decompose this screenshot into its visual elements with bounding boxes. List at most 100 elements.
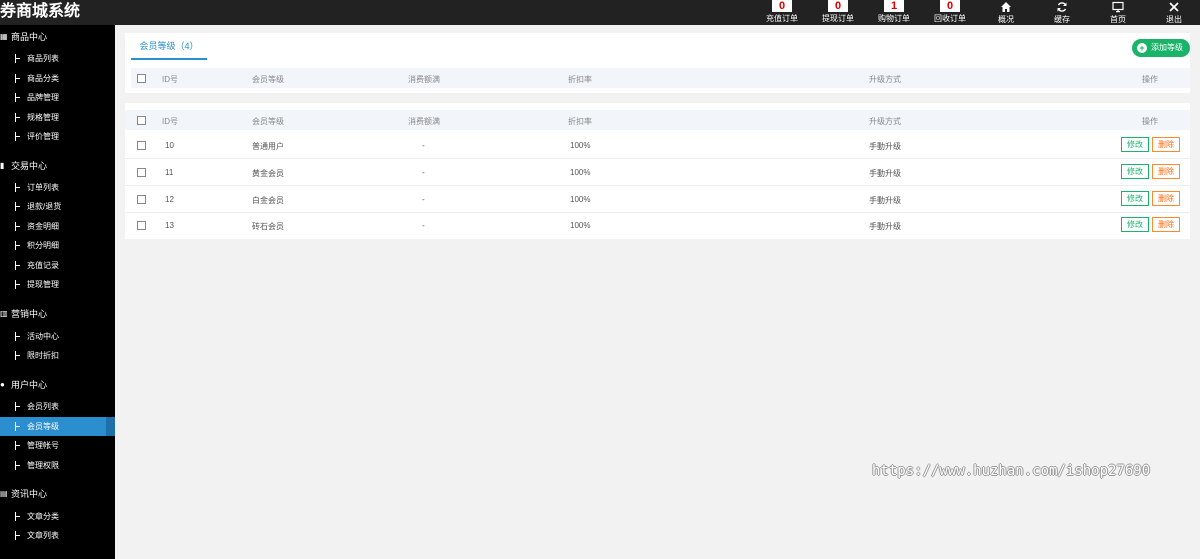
- row-checkbox[interactable]: [137, 168, 146, 177]
- sidebar-item-withdraw[interactable]: 提现管理: [0, 275, 115, 294]
- table-row: 10 普通用户 - 100% 手動升级 修改 删除: [125, 132, 1190, 159]
- sidebar-item-points-detail[interactable]: 积分明细: [0, 236, 115, 255]
- cache-button[interactable]: 缓存: [1034, 0, 1090, 25]
- sidebar-item-goods-list[interactable]: 商品列表: [0, 49, 115, 68]
- cell-spend: -: [422, 141, 425, 150]
- delete-button[interactable]: 删除: [1152, 191, 1180, 206]
- app-brand: 券商城系统: [0, 3, 81, 20]
- row-checkbox[interactable]: [137, 195, 146, 204]
- cell-spend: -: [422, 221, 425, 230]
- sidebar-item-label: 提现管理: [27, 280, 59, 289]
- overview-button[interactable]: 概况: [978, 0, 1034, 25]
- edit-button[interactable]: 修改: [1121, 217, 1149, 232]
- table-row: 11 黄金会员 - 100% 手動升级 修改 删除: [125, 159, 1190, 186]
- sidebar-item-label: 订单列表: [27, 183, 59, 192]
- sidebar-item-label: 评价管理: [27, 132, 59, 141]
- col-spend: 消费额满: [408, 75, 440, 84]
- shopping-orders-button[interactable]: 1 购物订单: [866, 0, 922, 25]
- sidebar-item-fund-detail[interactable]: 资金明细: [0, 217, 115, 236]
- cell-upgrade: 手動升级: [869, 169, 901, 178]
- col-discount: 折扣率: [568, 117, 592, 126]
- sidebar-group-user[interactable]: ● 用户中心: [0, 376, 115, 394]
- sidebar-item-review[interactable]: 评价管理: [0, 127, 115, 146]
- sidebar-group-trade[interactable]: ▮ 交易中心: [0, 157, 115, 175]
- sidebar-item-admin-permission[interactable]: 管理权限: [0, 456, 115, 475]
- col-upgrade: 升级方式: [869, 117, 901, 126]
- delete-button[interactable]: 删除: [1152, 217, 1180, 232]
- sidebar-item-label: 积分明细: [27, 241, 59, 250]
- sidebar-item-article-list[interactable]: 文章列表: [0, 526, 115, 545]
- sidebar-group-goods[interactable]: ▦ 商品中心: [0, 28, 115, 46]
- tab-member-level[interactable]: 会员等级（4）: [131, 38, 207, 60]
- grid-icon: ▦: [0, 32, 8, 41]
- recycle-orders-count: 0: [940, 0, 960, 12]
- select-all-checkbox[interactable]: [137, 116, 146, 125]
- sidebar-group-label: 商品中心: [11, 32, 48, 42]
- cell-spend: -: [422, 168, 425, 177]
- sidebar-item-brand[interactable]: 品牌管理: [0, 88, 115, 107]
- recycle-orders-button[interactable]: 0 回收订单: [922, 0, 978, 25]
- sidebar-group-marketing[interactable]: ▥ 营销中心: [0, 305, 115, 323]
- plus-icon: +: [1137, 43, 1147, 53]
- col-actions: 操作: [1142, 117, 1158, 126]
- sidebar-item-spec[interactable]: 规格管理: [0, 108, 115, 127]
- watermark: https://www.huzhan.com/ishop27690: [872, 463, 1151, 479]
- shopping-orders-count: 1: [884, 0, 904, 12]
- sidebar-item-member-list[interactable]: 会员列表: [0, 397, 115, 416]
- close-icon: [1146, 0, 1200, 13]
- sidebar-item-label: 会员列表: [27, 402, 59, 411]
- cell-discount: 100%: [570, 195, 591, 204]
- cell-id: 10: [165, 141, 174, 150]
- add-level-button[interactable]: + 添加等级: [1132, 39, 1190, 57]
- cell-level: 砖石会员: [252, 222, 284, 231]
- col-spend: 消费额满: [408, 117, 440, 126]
- cell-upgrade: 手動升级: [869, 196, 901, 205]
- shopping-orders-label: 购物订单: [878, 14, 910, 23]
- cell-id: 11: [165, 168, 174, 177]
- cell-discount: 100%: [570, 141, 591, 150]
- cell-id: 13: [165, 221, 174, 230]
- sidebar-item-label: 会员等级: [27, 422, 59, 431]
- edit-button[interactable]: 修改: [1121, 191, 1149, 206]
- sidebar-group-news[interactable]: ▤ 资讯中心: [0, 485, 115, 503]
- sidebar-item-goods-category[interactable]: 商品分类: [0, 69, 115, 88]
- cache-label: 缓存: [1054, 15, 1070, 24]
- withdraw-orders-count: 0: [828, 0, 848, 12]
- edit-button[interactable]: 修改: [1121, 164, 1149, 179]
- table-row: 12 白金会员 - 100% 手動升级 修改 删除: [125, 186, 1190, 213]
- edit-button[interactable]: 修改: [1121, 137, 1149, 152]
- homepage-button[interactable]: 首页: [1090, 0, 1146, 25]
- sidebar-item-refund[interactable]: 退款/退货: [0, 197, 115, 216]
- sidebar-item-member-level[interactable]: 会员等级: [0, 417, 115, 436]
- table-header: ID号 会员等级 消费额满 折扣率 升级方式 操作: [125, 110, 1190, 130]
- cell-id: 12: [165, 195, 174, 204]
- overview-label: 概况: [998, 15, 1014, 24]
- table-row: 13 砖石会员 - 100% 手動升级 修改 删除: [125, 212, 1190, 239]
- cell-level: 白金会员: [252, 196, 284, 205]
- col-id: ID号: [162, 75, 178, 84]
- col-upgrade: 升级方式: [869, 75, 901, 84]
- sidebar-item-order-list[interactable]: 订单列表: [0, 178, 115, 197]
- sidebar-item-label: 活动中心: [27, 332, 59, 341]
- row-checkbox[interactable]: [137, 141, 146, 150]
- recharge-orders-button[interactable]: 0 充值订单: [754, 0, 810, 25]
- cell-level: 黄金会员: [252, 169, 284, 178]
- sidebar-item-admin-account[interactable]: 管理帐号: [0, 436, 115, 455]
- top-bar: 券商城系统 0 充值订单 0 提现订单 1 购物订单 0 回收订单 概况 缓存 …: [0, 0, 1200, 25]
- row-checkbox[interactable]: [137, 221, 146, 230]
- delete-button[interactable]: 删除: [1152, 137, 1180, 152]
- logout-button[interactable]: 退出: [1146, 0, 1200, 25]
- cell-discount: 100%: [570, 221, 591, 230]
- sidebar-item-recharge-record[interactable]: 充值记录: [0, 256, 115, 275]
- sidebar: ▦ 商品中心 商品列表 商品分类 品牌管理 规格管理 评价管理 ▮ 交易中心 订…: [0, 25, 115, 559]
- select-all-checkbox[interactable]: [137, 74, 146, 83]
- sidebar-item-label: 资金明细: [27, 222, 59, 231]
- refresh-icon: [1034, 0, 1090, 13]
- recycle-orders-label: 回收订单: [934, 14, 966, 23]
- delete-button[interactable]: 删除: [1152, 164, 1180, 179]
- sidebar-item-limited-discount[interactable]: 限时折扣: [0, 346, 115, 365]
- sidebar-item-activity[interactable]: 活动中心: [0, 327, 115, 346]
- withdraw-orders-button[interactable]: 0 提现订单: [810, 0, 866, 25]
- sidebar-group-label: 交易中心: [11, 161, 48, 171]
- sidebar-item-article-category[interactable]: 文章分类: [0, 507, 115, 526]
